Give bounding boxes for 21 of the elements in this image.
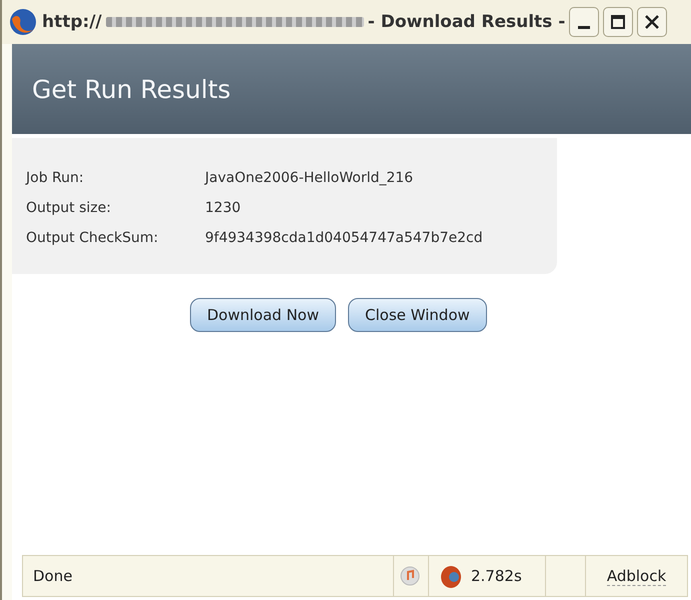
minimize-button[interactable]: [569, 7, 600, 37]
detail-label: Job Run:: [26, 170, 85, 186]
load-time: 2.782s: [471, 567, 522, 585]
browser-logo-icon: [8, 7, 38, 37]
detail-value: 9f4934398cda1d04054747a547b7e2cd: [205, 230, 484, 246]
maximize-icon: [610, 14, 626, 30]
detail-label: Output size:: [26, 200, 112, 216]
close-window-button[interactable]: Close Window: [348, 298, 487, 332]
status-text: Done: [33, 567, 72, 585]
window-title: http://: [42, 12, 102, 32]
minimize-icon: [578, 26, 590, 28]
close-icon: [644, 14, 660, 30]
window-title: - Download Results -: [368, 12, 566, 32]
detail-value: JavaOne2006-HelloWorld_216: [205, 170, 414, 186]
page-title: Get Run Results: [32, 74, 231, 104]
detail-label: Output CheckSum:: [26, 230, 160, 246]
download-button[interactable]: Download Now: [190, 298, 336, 332]
maximize-button[interactable]: [603, 7, 634, 37]
adblock-link[interactable]: Adblock: [606, 566, 666, 586]
detail-value: 1230: [205, 200, 242, 216]
close-button[interactable]: [637, 7, 668, 37]
